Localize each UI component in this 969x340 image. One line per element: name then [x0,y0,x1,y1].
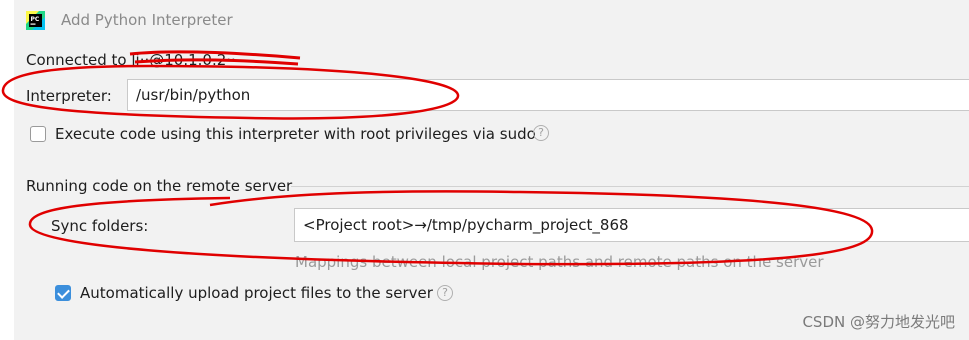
remote-section-title: Running code on the remote server [26,177,293,195]
sudo-help-icon[interactable]: ? [533,125,549,141]
interpreter-path-value: /usr/bin/python [136,86,251,104]
auto-upload-help-icon[interactable]: ? [437,285,453,301]
auto-upload-checkbox[interactable] [55,285,71,301]
connection-host: li··@10.1.0.2·· [131,51,236,69]
sudo-checkbox[interactable] [30,126,46,142]
csdn-watermark: CSDN @努力地发光吧 [802,313,955,331]
interpreter-path-field[interactable]: /usr/bin/python [127,79,969,111]
section-divider [291,186,969,187]
connection-prefix: Connected to [26,51,127,69]
interpreter-label: Interpreter: [26,87,112,105]
sync-folders-value: <Project root>→/tmp/pycharm_project_868 [303,216,629,234]
sudo-checkbox-label[interactable]: Execute code using this interpreter with… [55,125,536,143]
sync-folders-hint: Mappings between local project paths and… [295,253,824,271]
add-interpreter-dialog: PC Add Python Interpreter Connected to l… [14,0,969,340]
background-strip [0,0,14,340]
app-icon-text: PC [31,16,40,23]
window-title: Add Python Interpreter [61,11,233,29]
sync-folders-label: Sync folders: [51,217,149,235]
auto-upload-label[interactable]: Automatically upload project files to th… [80,284,433,302]
connection-status: Connected to li··@10.1.0.2·· [26,51,236,69]
title-bar: PC Add Python Interpreter [14,0,969,40]
sync-folders-field[interactable]: <Project root>→/tmp/pycharm_project_868 [294,208,969,242]
pycharm-icon: PC [26,11,45,30]
